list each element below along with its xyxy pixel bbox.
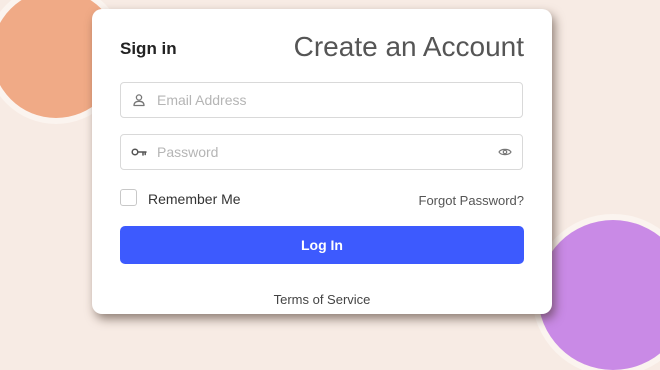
login-card: Sign in Create an Account Remember Me Fo xyxy=(92,9,552,314)
log-in-button[interactable]: Log In xyxy=(120,226,524,264)
create-account-title: Create an Account xyxy=(293,31,524,62)
sign-in-heading: Sign in xyxy=(120,39,177,58)
password-input[interactable] xyxy=(157,137,488,167)
decorative-circle-purple xyxy=(538,220,660,370)
remember-me-checkbox[interactable] xyxy=(120,189,137,206)
key-icon xyxy=(121,135,157,169)
remember-me-label[interactable]: Remember Me xyxy=(148,191,241,207)
email-input[interactable] xyxy=(157,85,522,115)
eye-icon[interactable] xyxy=(488,135,522,169)
password-field[interactable] xyxy=(120,134,523,170)
email-field[interactable] xyxy=(120,82,523,118)
forgot-password-link[interactable]: Forgot Password? xyxy=(419,193,525,208)
terms-of-service-link[interactable]: Terms of Service xyxy=(92,292,552,307)
user-icon xyxy=(121,83,157,117)
